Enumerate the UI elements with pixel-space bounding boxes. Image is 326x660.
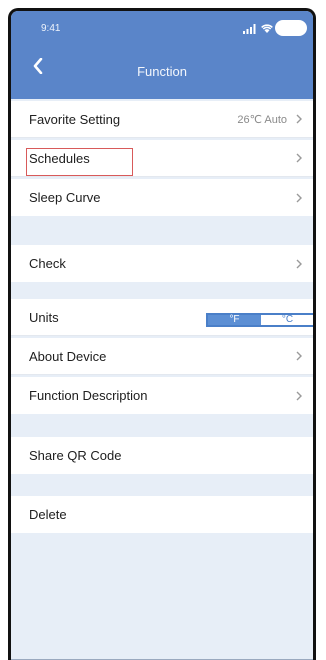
sleep-curve-label: Sleep Curve bbox=[29, 190, 101, 205]
chevron-right-icon bbox=[293, 390, 305, 402]
wifi-icon bbox=[261, 24, 273, 33]
signal-bars-icon bbox=[243, 24, 256, 34]
about-device-label: About Device bbox=[29, 348, 107, 364]
status-bar: 9:41 bbox=[11, 11, 313, 41]
delete-label: Delete bbox=[29, 507, 67, 522]
menu-item-check[interactable]: Check bbox=[11, 245, 313, 282]
chevron-right-icon bbox=[293, 192, 305, 204]
status-icons bbox=[243, 18, 307, 38]
chevron-right-icon bbox=[293, 152, 305, 164]
unit-fahrenheit-option[interactable]: °F bbox=[208, 315, 261, 325]
menu-item-schedules[interactable]: Schedules bbox=[11, 140, 313, 177]
chevron-right-icon bbox=[293, 258, 305, 270]
nav-bar: Function bbox=[11, 53, 313, 91]
menu-item-favorite-setting[interactable]: Favorite Setting 26℃ Auto bbox=[11, 101, 313, 138]
menu-item-share-qr-code[interactable]: Share QR Code bbox=[11, 437, 313, 474]
header: 9:41 Function bbox=[11, 11, 313, 99]
favorite-setting-value: 26℃ Auto bbox=[237, 113, 287, 126]
battery-icon bbox=[275, 20, 307, 36]
share-qr-code-label: Share QR Code bbox=[29, 448, 122, 463]
unit-celsius-option[interactable]: °C bbox=[261, 315, 313, 325]
menu-item-delete[interactable]: Delete bbox=[11, 496, 313, 533]
schedules-label: Schedules bbox=[29, 150, 90, 166]
function-description-label: Function Description bbox=[29, 388, 148, 403]
menu-item-about-device[interactable]: About Device bbox=[11, 338, 313, 375]
menu-item-sleep-curve[interactable]: Sleep Curve bbox=[11, 179, 313, 216]
units-toggle[interactable]: °F °C bbox=[206, 313, 313, 327]
favorite-setting-label: Favorite Setting bbox=[29, 111, 121, 127]
chevron-right-icon bbox=[293, 113, 305, 125]
menu-item-function-description[interactable]: Function Description bbox=[11, 377, 313, 414]
phone-frame: 9:41 Function Favorite Setting 26℃ Auto … bbox=[8, 8, 316, 660]
page-title: Function bbox=[137, 64, 187, 79]
status-time: 9:41 bbox=[41, 23, 61, 34]
chevron-right-icon bbox=[293, 350, 305, 362]
check-label: Check bbox=[29, 256, 66, 271]
